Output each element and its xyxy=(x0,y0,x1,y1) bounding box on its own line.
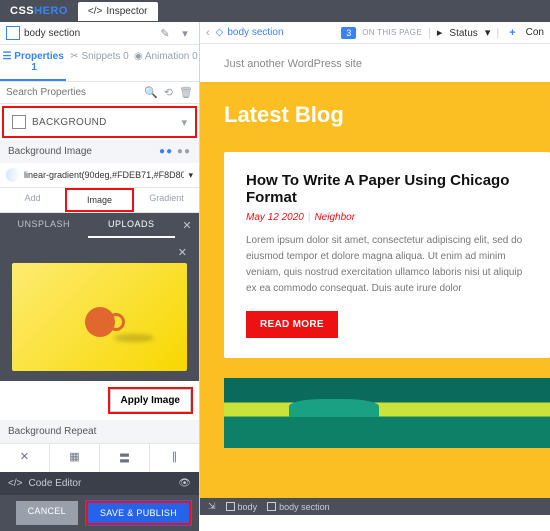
search-input[interactable] xyxy=(6,87,138,98)
accordion-label: BACKGROUND xyxy=(32,117,181,128)
bg-repeat-header: Background Repeat xyxy=(0,420,199,443)
image-thumbnail[interactable] xyxy=(12,263,187,371)
subtab-add[interactable]: Add xyxy=(0,188,65,212)
post-excerpt: Lorem ipsum dolor sit amet, consectetur … xyxy=(246,233,528,297)
count-badge: 3 xyxy=(341,27,356,39)
close-icon[interactable]: ✕ xyxy=(12,246,187,263)
gradient-swatch-icon xyxy=(6,168,20,182)
search-row: 🔍 ⟲ 🗑 xyxy=(0,82,199,104)
tab-properties[interactable]: ☰ Properties 1 xyxy=(0,45,66,81)
eye-icon[interactable]: 👁 xyxy=(178,478,191,489)
app-logo: CSSHERO xyxy=(0,5,78,17)
code-icon: </> xyxy=(88,6,102,17)
post-title[interactable]: How To Write A Paper Using Chicago Forma… xyxy=(246,172,528,206)
dom-path-footer: ⇲ body body section xyxy=(200,498,550,515)
image-source-tabs: UNSPLASH UPLOADS ✕ xyxy=(0,213,199,238)
selector-text: body section xyxy=(24,28,153,39)
bg-repeat-options: ✕ ▦ 〓 ∥ xyxy=(0,443,199,472)
tab-inspector[interactable]: </> Inspector xyxy=(78,2,158,21)
apply-image-wrap: Apply Image xyxy=(108,387,193,414)
repeat-none[interactable]: ✕ xyxy=(0,444,50,472)
top-toolbar: CSSHERO </> Inspector xyxy=(0,0,550,22)
save-publish-button[interactable]: SAVE & PUBLISH xyxy=(86,501,191,525)
panel-tabs: ☰ Properties 1 ✂ Snippets 0 ◉ Animation … xyxy=(0,45,199,82)
breadcrumb[interactable]: ◇ body section xyxy=(216,27,284,38)
cancel-button[interactable]: CANCEL xyxy=(16,501,78,525)
post-date: May 12 2020 xyxy=(246,212,304,223)
bg-image-header: Background Image ●● ●● xyxy=(0,140,199,163)
bg-repeat-label: Background Repeat xyxy=(8,426,96,437)
subtab-image[interactable]: Image xyxy=(65,188,134,212)
site-tagline: Just another WordPress site xyxy=(224,58,526,70)
gradient-text: linear-gradient(90deg,#FDEB71,#F8D800) xyxy=(24,170,184,180)
chevron-left-icon[interactable]: ‹ xyxy=(206,27,210,39)
collapse-icon[interactable]: ⇲ xyxy=(208,501,216,512)
chevron-down-icon[interactable]: ▾ xyxy=(188,170,193,181)
read-more-button[interactable]: READ MORE xyxy=(246,311,338,338)
status-dropdown[interactable]: ▸ Status ▾ xyxy=(437,26,491,39)
preview-canvas: My Site Just another WordPress site Late… xyxy=(200,44,550,498)
repeat-both[interactable]: ▦ xyxy=(50,444,100,472)
post-author[interactable]: Neighbor xyxy=(314,212,355,223)
layer-dots[interactable]: ●● ●● xyxy=(159,146,191,157)
post-image xyxy=(224,378,550,448)
site-header: My Site Just another WordPress site xyxy=(200,44,550,82)
trash-icon[interactable]: 🗑 xyxy=(179,86,193,99)
accordion-background[interactable]: BACKGROUND ▾ xyxy=(2,106,197,138)
crop-icon xyxy=(6,26,20,40)
on-page-label: ON THIS PAGE xyxy=(362,28,422,37)
tab-label: Inspector xyxy=(106,6,147,17)
gradient-value-row[interactable]: linear-gradient(90deg,#FDEB71,#F8D800) ▾ xyxy=(0,163,199,188)
code-editor-toggle[interactable]: </> Code Editor 👁 xyxy=(0,472,199,495)
post-card: How To Write A Paper Using Chicago Forma… xyxy=(224,152,550,358)
search-icon[interactable]: 🔍 xyxy=(144,86,158,99)
con-label[interactable]: Con xyxy=(526,27,544,38)
tab-snippets[interactable]: ✂ Snippets 0 xyxy=(66,45,132,81)
cup-icon xyxy=(85,307,115,337)
reset-icon[interactable]: ⟲ xyxy=(164,86,173,99)
section-heading: Latest Blog xyxy=(200,82,550,152)
tab-unsplash[interactable]: UNSPLASH xyxy=(0,213,88,238)
repeat-x[interactable]: 〓 xyxy=(100,444,150,472)
chevron-down-icon[interactable]: ▾ xyxy=(177,27,193,40)
tab-animation[interactable]: ◉ Animation 0 xyxy=(133,45,199,81)
subtab-gradient[interactable]: Gradient xyxy=(134,188,199,212)
path-body-section[interactable]: body section xyxy=(267,502,330,512)
path-body[interactable]: body xyxy=(226,502,258,512)
edit-icon[interactable]: ✎ xyxy=(157,27,173,40)
action-bar: CANCEL SAVE & PUBLISH xyxy=(0,495,199,531)
image-preview-panel: ✕ xyxy=(0,238,199,381)
chevron-down-icon: ▾ xyxy=(181,116,187,129)
breadcrumb-bar: ‹ ◇ body section 3 ON THIS PAGE | ▸ Stat… xyxy=(200,22,550,44)
code-icon: </> xyxy=(8,478,22,489)
bg-subtabs: Add Image Gradient xyxy=(0,188,199,213)
close-icon[interactable]: ✕ xyxy=(175,213,199,238)
bg-image-label: Background Image xyxy=(8,146,92,157)
add-button[interactable]: + xyxy=(505,27,519,39)
apply-image-button[interactable]: Apply Image xyxy=(110,389,191,412)
selector-row[interactable]: body section ✎ ▾ xyxy=(0,22,199,45)
main-panel: ‹ ◇ body section 3 ON THIS PAGE | ▸ Stat… xyxy=(200,22,550,515)
background-icon xyxy=(12,115,26,129)
tab-uploads[interactable]: UPLOADS xyxy=(88,213,176,238)
post-meta: May 12 2020|Neighbor xyxy=(246,212,528,223)
repeat-y[interactable]: ∥ xyxy=(150,444,199,472)
code-editor-label: Code Editor xyxy=(28,478,81,489)
sidebar: body section ✎ ▾ ☰ Properties 1 ✂ Snippe… xyxy=(0,22,200,515)
